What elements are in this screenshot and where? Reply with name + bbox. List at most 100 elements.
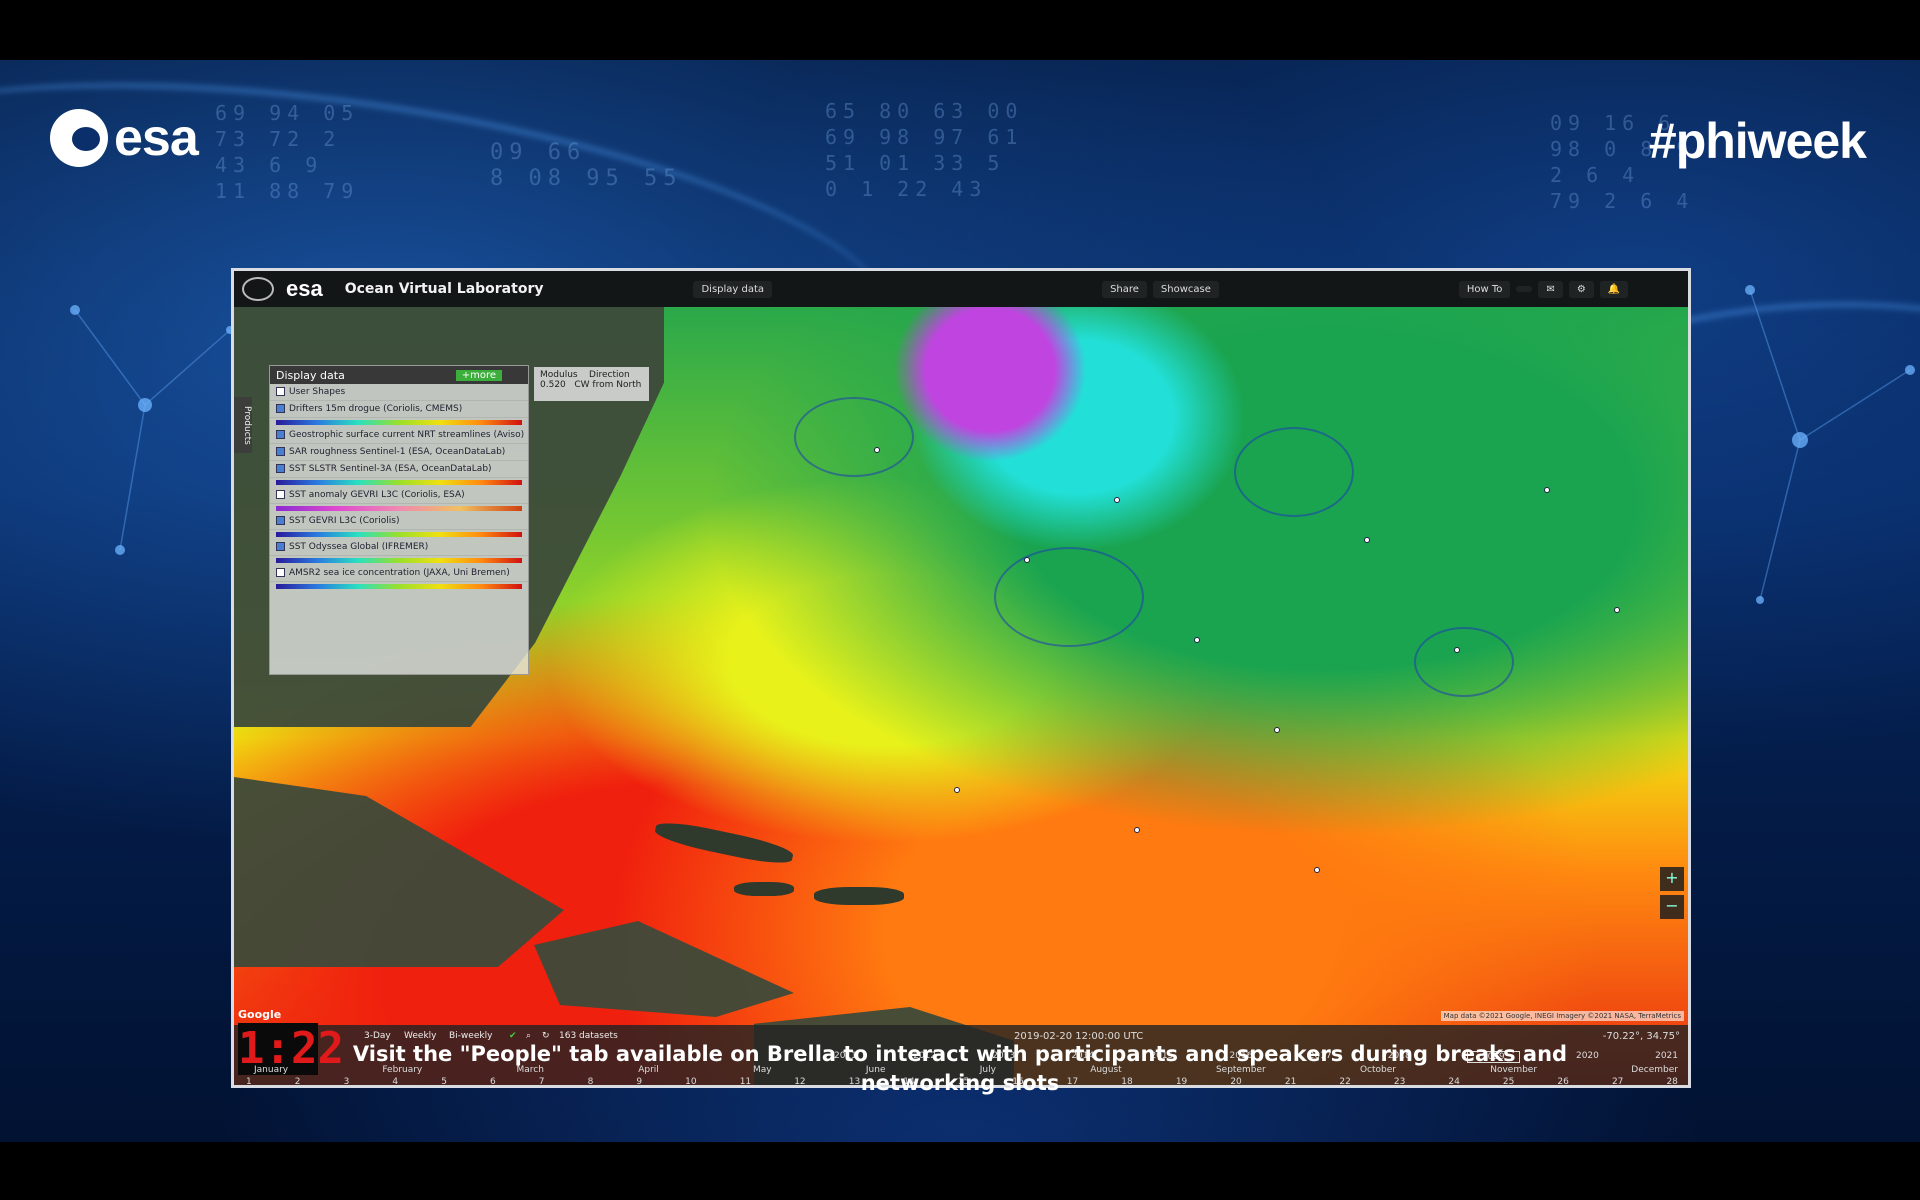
drifter-marker[interactable] (1274, 727, 1280, 733)
color-scale-bar[interactable] (276, 506, 522, 511)
layer-checkbox[interactable] (276, 568, 285, 577)
app-header: esa Ocean Virtual Laboratory Display dat… (234, 271, 1688, 307)
layer-checkbox[interactable] (276, 516, 285, 525)
display-data-panel-header: Display data +more (270, 366, 528, 384)
color-scale-bar[interactable] (276, 532, 522, 537)
layer-row[interactable]: SST Odyssea Global (IFREMER) (270, 539, 528, 556)
eddy (994, 547, 1144, 647)
letterbox-top (0, 0, 1920, 60)
tab-products[interactable]: Products (234, 397, 252, 453)
esa-logo: esa (50, 108, 199, 168)
showcase-button[interactable]: How To (1458, 280, 1511, 298)
color-scale-bar[interactable] (276, 558, 522, 563)
timeline-month[interactable]: December (1631, 1065, 1678, 1075)
layer-row[interactable]: Geostrophic surface current NRT streamli… (270, 427, 528, 444)
ovl-logo-icon (242, 277, 274, 301)
digits-decor: 65 80 63 00 69 98 97 61 51 01 33 5 0 1 2… (825, 99, 1024, 201)
drifter-marker[interactable] (1364, 537, 1370, 543)
app-title: Ocean Virtual Laboratory (344, 281, 544, 297)
direction-note: CW from North (574, 380, 642, 390)
layer-row[interactable]: SST anomaly GEVRI L3C (Coriolis, ESA) (270, 487, 528, 504)
layer-row[interactable]: Drifters 15m drogue (Coriolis, CMEMS) (270, 401, 528, 418)
timeline-day[interactable]: 2 (295, 1077, 301, 1085)
letterbox-bottom (0, 1142, 1920, 1200)
zoom-out-button[interactable]: − (1660, 895, 1684, 919)
layer-label: SST Odyssea Global (IFREMER) (289, 542, 429, 552)
modulus-label: Modulus (540, 370, 578, 380)
layer-row[interactable]: SST GEVRI L3C (Coriolis) (270, 513, 528, 530)
layer-label: Drifters 15m drogue (Coriolis, CMEMS) (289, 404, 463, 414)
digits-decor: 69 94 05 73 72 2 43 6 9 11 88 79 (215, 101, 360, 203)
land-mexico (234, 777, 564, 967)
modulus-value: 0.520 (540, 380, 566, 390)
esa-logo-mark-icon (50, 109, 108, 167)
drifter-marker[interactable] (1544, 487, 1550, 493)
layer-label: SST GEVRI L3C (Coriolis) (289, 516, 400, 526)
layer-label: SAR roughness Sentinel-1 (ESA, OceanData… (289, 447, 506, 457)
direction-label: Direction (589, 370, 630, 380)
drifter-marker[interactable] (1194, 637, 1200, 643)
how-to-button[interactable] (1516, 286, 1533, 292)
notification-bell-icon[interactable]: 🔔 (1599, 280, 1629, 298)
sst-map[interactable]: Products Display data +more User Shapes D… (234, 307, 1688, 1085)
layer-checkbox[interactable] (276, 404, 285, 413)
hotspots-button[interactable]: Share (1102, 280, 1147, 298)
drifter-marker[interactable] (954, 787, 960, 793)
color-scale-bar[interactable] (276, 584, 522, 589)
timeline-year[interactable]: 2021 (1655, 1051, 1678, 1063)
layer-row[interactable]: SAR roughness Sentinel-1 (ESA, OceanData… (270, 444, 528, 461)
layer-checkbox[interactable] (276, 447, 285, 456)
drifter-marker[interactable] (1614, 607, 1620, 613)
layer-label: Geostrophic surface current NRT streamli… (289, 430, 525, 440)
layer-label: User Shapes (289, 387, 346, 397)
app-esa-logo: esa (286, 276, 323, 301)
island-hispaniola (814, 887, 904, 905)
drifter-marker[interactable] (1314, 867, 1320, 873)
layer-row[interactable]: SST SLSTR Sentinel-3A (ESA, OceanDataLab… (270, 461, 528, 478)
drifter-marker[interactable] (1024, 557, 1030, 563)
layer-row[interactable]: AMSR2 sea ice concentration (JAXA, Uni B… (270, 565, 528, 582)
layer-checkbox[interactable] (276, 430, 285, 439)
zoom-in-button[interactable]: + (1660, 867, 1684, 891)
timeline-month[interactable]: January (254, 1065, 288, 1075)
layer-checkbox[interactable] (276, 490, 285, 499)
layer-checkbox[interactable] (276, 542, 285, 551)
event-hashtag: #phiweek (1648, 113, 1867, 169)
layer-label: SST anomaly GEVRI L3C (Coriolis, ESA) (289, 490, 465, 500)
island-cuba (653, 817, 795, 869)
share-button[interactable]: Showcase (1152, 280, 1219, 298)
drifter-marker[interactable] (1454, 647, 1460, 653)
settings-icon[interactable]: ⚙ (1568, 280, 1594, 298)
eddy (1234, 427, 1354, 517)
map-attribution[interactable]: Map data ©2021 Google, INEGI Imagery ©20… (1440, 1011, 1684, 1021)
layer-list: User Shapes Drifters 15m drogue (Coriolis… (270, 384, 528, 589)
layer-checkbox[interactable] (276, 387, 285, 396)
google-logo: Google (238, 1008, 282, 1021)
mail-icon[interactable]: ✉ (1538, 280, 1563, 298)
shared-screen: Products Display data +more User Shapes D… (231, 268, 1691, 1088)
caption-text: Visit the "People" tab available on Brel… (352, 1042, 1568, 1095)
color-scale-bar[interactable] (276, 420, 522, 425)
display-data-panel: Display data +more User Shapes Drifters 1… (269, 365, 529, 675)
layer-label: AMSR2 sea ice concentration (JAXA, Uni B… (289, 568, 510, 578)
presentation-background: 69 94 05 73 72 2 43 6 9 11 88 79 65 80 6… (0, 60, 1920, 1142)
modulus-direction-box: Modulus Direction 0.520 CW from North (534, 367, 649, 401)
timeline-day[interactable]: 27 (1612, 1077, 1623, 1085)
island-jamaica (734, 882, 794, 896)
drifter-marker[interactable] (1134, 827, 1140, 833)
drifter-marker[interactable] (874, 447, 880, 453)
timeline-day[interactable]: 28 (1666, 1077, 1677, 1085)
layer-checkbox[interactable] (276, 464, 285, 473)
drifter-marker[interactable] (1114, 497, 1120, 503)
layer-label: SST SLSTR Sentinel-3A (ESA, OceanDataLab… (289, 464, 492, 474)
eddy (794, 397, 914, 477)
more-button[interactable]: +more (455, 369, 502, 381)
digits-decor: 09 66 8 08 95 55 (490, 140, 683, 191)
eddy (1414, 627, 1514, 697)
timeline-day[interactable]: 1 (246, 1077, 252, 1085)
display-data-button[interactable]: Display data (693, 280, 773, 298)
layer-row[interactable]: User Shapes (270, 384, 528, 401)
cursor-coordinates: -70.22°, 34.75° (1602, 1031, 1680, 1042)
land-central-america (534, 921, 794, 1017)
color-scale-bar[interactable] (276, 480, 522, 485)
